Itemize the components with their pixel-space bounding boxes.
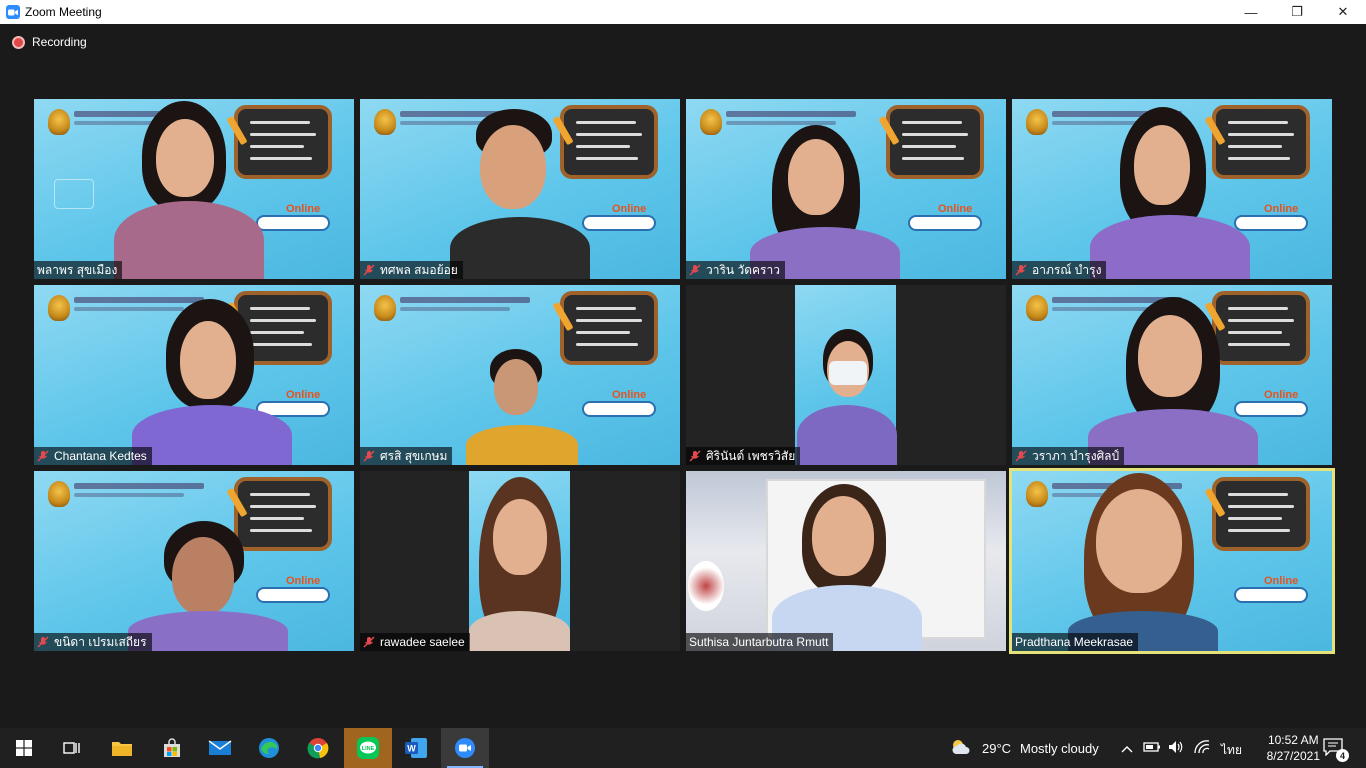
video-tile-2[interactable]: Online ทศพล สมอย้อย bbox=[360, 99, 680, 279]
participant-video bbox=[772, 476, 942, 651]
task-view-icon[interactable] bbox=[48, 728, 96, 768]
face-mask bbox=[829, 361, 867, 385]
video-tile-10[interactable]: rawadee saelee bbox=[360, 471, 680, 651]
mic-muted-icon bbox=[363, 264, 375, 276]
wifi-icon[interactable] bbox=[1193, 739, 1211, 760]
recording-label: Recording bbox=[32, 35, 87, 49]
recording-dot-icon bbox=[12, 35, 25, 49]
line-icon[interactable]: LINE bbox=[344, 728, 392, 768]
maximize-button[interactable]: ❐ bbox=[1274, 0, 1320, 24]
participant-name-label: rawadee saelee bbox=[360, 633, 470, 651]
participant-name-label: Pradthana Meekrasae bbox=[1012, 633, 1139, 651]
participant-name-label: Suthisa Juntarbutra Rmutt bbox=[686, 633, 834, 651]
participant-name-label: Chantana Kedtes bbox=[34, 447, 152, 465]
participant-name-label: พลาพร สุขเมือง bbox=[34, 261, 123, 279]
mic-muted-icon bbox=[37, 636, 49, 648]
svg-text:W: W bbox=[407, 744, 416, 754]
weather-temperature[interactable]: 29°C bbox=[982, 741, 1011, 756]
video-tile-1[interactable]: Online พลาพร สุขเมือง bbox=[34, 99, 354, 279]
chevron-up-icon[interactable] bbox=[1121, 741, 1133, 759]
minimize-button[interactable]: — bbox=[1228, 0, 1274, 24]
video-tile-7[interactable]: ศิรินันต์ เพชรวิสัย bbox=[686, 285, 1006, 465]
college-logo-icon bbox=[48, 481, 70, 507]
video-tile-3[interactable]: Online วาริน วัดคราว bbox=[686, 99, 1006, 279]
microsoft-store-icon[interactable] bbox=[148, 728, 196, 768]
participant-video bbox=[114, 99, 314, 279]
battery-icon[interactable] bbox=[1143, 740, 1161, 759]
chrome-icon[interactable] bbox=[294, 728, 342, 768]
video-tile-6[interactable]: Online ศรสิ สุขเกษม bbox=[360, 285, 680, 465]
mic-muted-icon bbox=[363, 450, 375, 462]
zoom-app-icon bbox=[6, 5, 20, 19]
word-icon[interactable]: W bbox=[392, 728, 440, 768]
mic-muted-icon bbox=[363, 636, 375, 648]
online-text: Online bbox=[1264, 575, 1299, 587]
recording-indicator[interactable]: Recording bbox=[12, 35, 87, 49]
portrait-video-frame bbox=[469, 471, 570, 651]
college-logo-icon bbox=[1026, 295, 1048, 321]
participant-video bbox=[750, 99, 936, 279]
windows-start-icon[interactable] bbox=[0, 728, 48, 768]
video-tile-8[interactable]: Online วราภา บำรุงศิลป์ bbox=[1012, 285, 1332, 465]
notification-count-badge: 4 bbox=[1336, 749, 1349, 762]
college-logo-icon bbox=[1026, 481, 1048, 507]
participant-name-label: วราภา บำรุงศิลป์ bbox=[1012, 447, 1125, 465]
video-tile-4[interactable]: Online อาภรณ์ บำรุง bbox=[1012, 99, 1332, 279]
video-tile-9[interactable]: Online ขนิดา เปรมเสถียร bbox=[34, 471, 354, 651]
weather-cloud-icon[interactable] bbox=[950, 738, 972, 761]
clock-time: 10:52 AM bbox=[1267, 733, 1319, 747]
window-titlebar: Zoom Meeting — ❐ ✕ bbox=[0, 0, 1366, 24]
mic-muted-icon bbox=[689, 264, 701, 276]
college-logo-icon bbox=[1026, 109, 1048, 135]
participant-name-label: ขนิดา เปรมเสถียร bbox=[34, 633, 152, 651]
weather-condition[interactable]: Mostly cloudy bbox=[1020, 741, 1099, 756]
participant-video bbox=[464, 345, 594, 465]
participant-video bbox=[132, 285, 322, 465]
mic-muted-icon bbox=[1015, 264, 1027, 276]
participant-video bbox=[1090, 99, 1280, 279]
online-text: Online bbox=[938, 203, 973, 215]
speaker-icon[interactable] bbox=[1167, 739, 1185, 760]
file-explorer-icon[interactable] bbox=[98, 728, 146, 768]
participant-name-label: วาริน วัดคราว bbox=[686, 261, 785, 279]
participant-video bbox=[469, 471, 570, 651]
mic-muted-icon bbox=[1015, 450, 1027, 462]
input-language[interactable]: ไทย bbox=[1221, 741, 1242, 760]
participant-name-label: ศรสิ สุขเกษม bbox=[360, 447, 453, 465]
edge-icon[interactable] bbox=[245, 728, 293, 768]
college-logo-icon bbox=[374, 295, 396, 321]
video-tile-11[interactable]: Suthisa Juntarbutra Rmutt bbox=[686, 471, 1006, 651]
svg-text:LINE: LINE bbox=[362, 746, 375, 752]
participant-name-label: ทศพล สมอย้อย bbox=[360, 261, 463, 279]
participant-video bbox=[128, 511, 314, 651]
mail-icon[interactable] bbox=[196, 728, 244, 768]
video-tile-12[interactable]: Online Pradthana Meekrasae bbox=[1012, 471, 1332, 651]
system-clock[interactable]: 10:52 AM 8/27/2021 bbox=[1267, 732, 1320, 764]
participant-name-label: อาภรณ์ บำรุง bbox=[1012, 261, 1107, 279]
notification-center-icon[interactable]: 4 bbox=[1323, 738, 1349, 762]
portrait-video-frame bbox=[795, 285, 897, 465]
clock-date: 8/27/2021 bbox=[1266, 749, 1320, 763]
college-logo-icon bbox=[48, 295, 70, 321]
mic-muted-icon bbox=[37, 450, 49, 462]
window-title: Zoom Meeting bbox=[25, 5, 102, 19]
participant-video bbox=[450, 99, 630, 279]
college-logo-icon bbox=[48, 109, 70, 135]
online-text: Online bbox=[612, 389, 647, 401]
college-logo-icon bbox=[700, 109, 722, 135]
participant-name-label: ศิรินันต์ เพชรวิสัย bbox=[686, 447, 801, 465]
participant-video bbox=[1088, 285, 1292, 465]
flower-vase bbox=[688, 561, 724, 611]
participant-video bbox=[797, 325, 897, 465]
mic-muted-icon bbox=[689, 450, 701, 462]
windows-taskbar: LINE W 29°C Mostly cloudy ไทย 10:52 AM 8… bbox=[0, 728, 1366, 768]
zoom-icon[interactable] bbox=[441, 728, 489, 768]
participant-video bbox=[1068, 471, 1258, 651]
video-tile-5[interactable]: Online Chantana Kedtes bbox=[34, 285, 354, 465]
close-button[interactable]: ✕ bbox=[1320, 0, 1366, 24]
college-logo-icon bbox=[374, 109, 396, 135]
